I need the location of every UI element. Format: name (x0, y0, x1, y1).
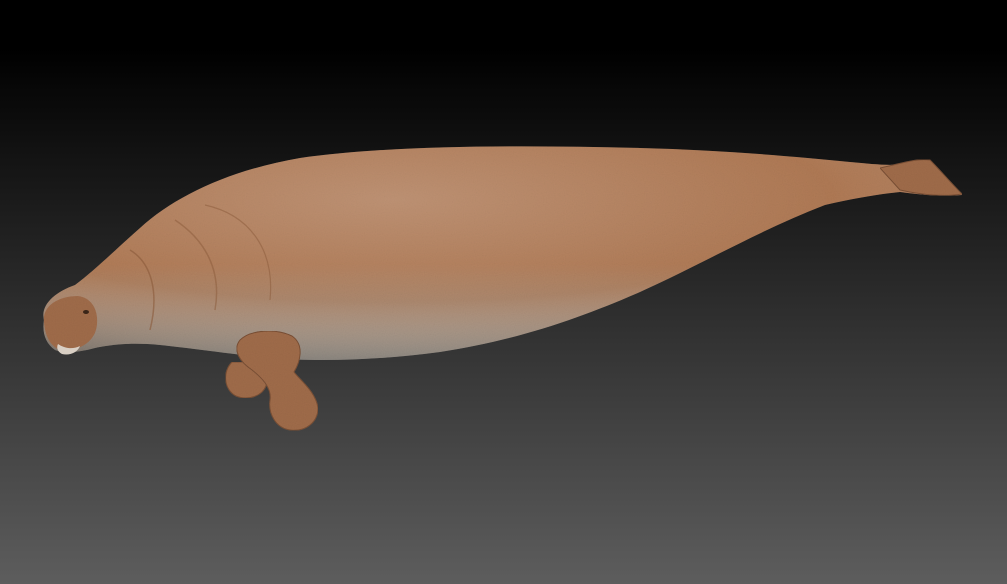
eye (83, 310, 89, 314)
model-render (43, 146, 964, 431)
viewport (0, 0, 1007, 584)
body-highlight (43, 146, 962, 360)
